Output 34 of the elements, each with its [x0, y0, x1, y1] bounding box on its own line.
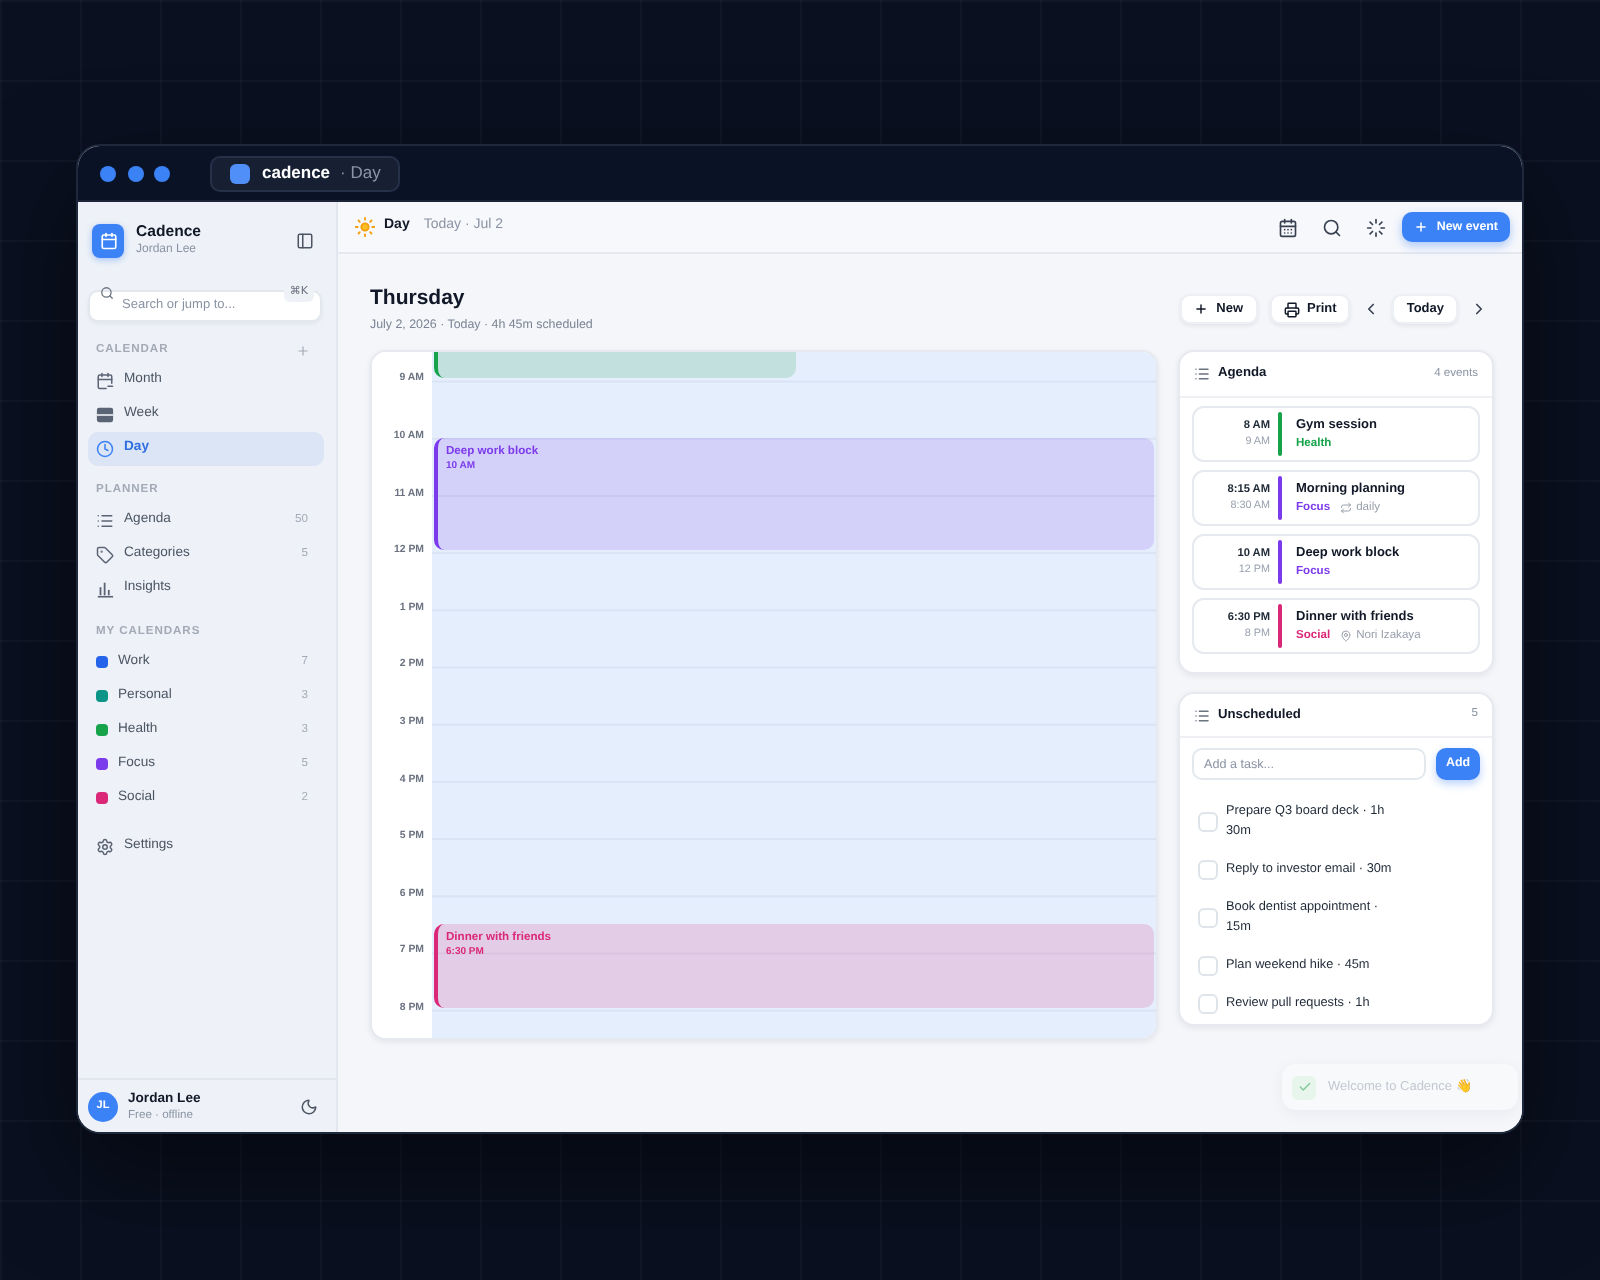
window-tab[interactable]: cadence · Day [210, 155, 401, 191]
view-name: · Day [340, 160, 381, 186]
clock-icon [96, 439, 114, 457]
list-icon [96, 512, 114, 530]
task-checkbox[interactable] [1198, 860, 1218, 880]
square-logo-icon [230, 163, 250, 183]
list-icon [1194, 366, 1210, 382]
map-pin-icon [1340, 630, 1353, 642]
app-name: cadence [262, 160, 331, 186]
task-checkbox[interactable] [1198, 956, 1218, 976]
check-icon [1292, 1075, 1316, 1099]
plus-icon [1414, 220, 1429, 234]
plus-icon [1194, 302, 1209, 316]
calendar-logo-icon [92, 223, 124, 257]
list-icon [1194, 707, 1210, 723]
moon-icon[interactable] [300, 1097, 318, 1115]
search-icon [100, 285, 114, 299]
search-icon[interactable] [1322, 217, 1343, 237]
task-checkbox[interactable] [1198, 994, 1218, 1014]
chevron-right-icon[interactable] [1470, 300, 1488, 318]
calendar-minus-icon [96, 371, 114, 389]
panel-toggle-icon[interactable] [296, 231, 314, 249]
task-checkbox[interactable] [1198, 908, 1218, 928]
tag-icon [96, 546, 114, 564]
printer-icon [1283, 301, 1300, 317]
rows-icon [96, 405, 114, 423]
loader-icon[interactable] [1366, 217, 1387, 237]
sun-icon [354, 216, 376, 238]
repeat-icon [1340, 502, 1353, 514]
task-checkbox[interactable] [1198, 812, 1218, 832]
settings-icon [96, 837, 114, 855]
day-title: Thursday [370, 284, 467, 312]
calendar-icon[interactable] [1278, 217, 1299, 237]
bar-chart-icon [96, 580, 114, 598]
